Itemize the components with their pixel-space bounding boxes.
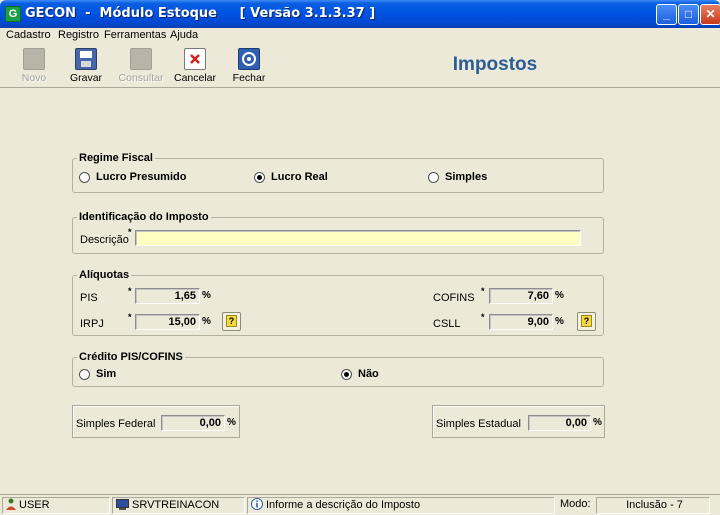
window-title: GECON - Módulo Estoque [ Versão 3.1.3.37… <box>25 6 376 21</box>
search-icon <box>130 48 152 70</box>
radio-nao[interactable]: Não <box>341 368 379 380</box>
computer-icon <box>116 499 129 510</box>
status-mode-label: Modo: <box>560 498 591 510</box>
form-area: Regime Fiscal Lucro Presumido Lucro Real… <box>4 89 716 494</box>
simples-estadual-label: Simples Estadual <box>436 418 521 430</box>
radio-lucro-real[interactable]: Lucro Real <box>254 171 328 183</box>
csll-help-button[interactable]: ? <box>577 312 596 331</box>
page-title: Impostos <box>452 54 538 75</box>
floppy-icon <box>75 48 97 70</box>
radio-dot-selected <box>254 171 265 183</box>
pis-input[interactable]: 1,65 <box>135 288 200 304</box>
radio-dot <box>428 171 439 183</box>
radio-dot-selected <box>341 368 352 380</box>
info-icon <box>251 498 263 510</box>
search-label: Consultar <box>118 72 164 84</box>
message-text: Informe a descrição do Imposto <box>266 499 421 511</box>
percent-sign: % <box>227 417 236 428</box>
radio-simples[interactable]: Simples <box>428 171 487 183</box>
new-icon <box>23 48 45 70</box>
percent-sign: % <box>555 290 564 301</box>
irpj-input[interactable]: 15,00 <box>135 314 200 330</box>
user-icon <box>6 498 16 510</box>
radio-label: Sim <box>96 368 117 380</box>
required-mark: * <box>481 312 485 322</box>
csll-label: CSLL <box>433 318 461 330</box>
help-icon: ? <box>581 315 592 327</box>
simples-federal-box: Simples Federal 0,00 % <box>72 405 240 438</box>
menu-registro[interactable]: Registro <box>58 29 99 41</box>
new-button[interactable]: Novo <box>10 47 58 85</box>
menu-ferramentas[interactable]: Ferramentas <box>104 29 166 41</box>
status-user: USER <box>2 497 110 514</box>
title-bar[interactable]: G GECON - Módulo Estoque [ Versão 3.1.3.… <box>0 0 720 28</box>
percent-sign: % <box>593 417 602 428</box>
simples-estadual-input[interactable]: 0,00 <box>528 415 591 431</box>
required-mark: * <box>128 286 132 296</box>
required-mark: * <box>128 312 132 322</box>
close-form-button[interactable]: Fechar <box>225 47 273 85</box>
menu-ajuda[interactable]: Ajuda <box>170 29 198 41</box>
cancel-label: Cancelar <box>173 72 217 84</box>
descricao-label: Descrição <box>80 234 129 246</box>
app-icon: G <box>5 6 21 22</box>
close-form-label: Fechar <box>232 72 266 84</box>
regime-fiscal-legend: Regime Fiscal <box>79 152 153 164</box>
required-mark: * <box>128 227 132 237</box>
percent-sign: % <box>202 290 211 301</box>
credito-legend: Crédito PIS/COFINS <box>79 351 183 363</box>
minimize-button[interactable]: _ <box>656 4 677 25</box>
search-button[interactable]: Consultar <box>117 47 165 85</box>
radio-dot <box>79 368 90 380</box>
radio-label: Não <box>358 368 379 380</box>
cancel-button[interactable]: Cancelar <box>171 47 219 85</box>
pis-label: PIS <box>80 292 98 304</box>
user-text: USER <box>19 499 50 511</box>
radio-label: Lucro Real <box>271 171 328 183</box>
radio-dot <box>79 171 90 183</box>
cancel-icon <box>184 48 206 70</box>
simples-estadual-box: Simples Estadual 0,00 % <box>432 405 605 438</box>
status-server: SRVTREINACON <box>112 497 245 514</box>
menu-bar: Cadastro Registro Ferramentas Ajuda <box>0 28 720 44</box>
required-mark: * <box>481 286 485 296</box>
maximize-button[interactable]: □ <box>678 4 699 25</box>
power-icon <box>238 48 260 70</box>
menu-cadastro[interactable]: Cadastro <box>6 29 51 41</box>
irpj-label: IRPJ <box>80 318 104 330</box>
radio-label: Simples <box>445 171 488 183</box>
toolbar: Novo Gravar Consultar Cancelar Fechar Im… <box>0 44 720 88</box>
descricao-input[interactable] <box>135 230 581 246</box>
status-message: Informe a descrição do Imposto <box>247 497 555 514</box>
save-button[interactable]: Gravar <box>62 47 110 85</box>
server-text: SRVTREINACON <box>132 499 220 511</box>
percent-sign: % <box>555 316 564 327</box>
percent-sign: % <box>202 316 211 327</box>
identificacao-legend: Identificação do Imposto <box>79 211 209 223</box>
csll-input[interactable]: 9,00 <box>489 314 553 330</box>
simples-federal-input[interactable]: 0,00 <box>161 415 225 431</box>
cofins-input[interactable]: 7,60 <box>489 288 553 304</box>
cofins-label: COFINS <box>433 292 475 304</box>
credito-group: Crédito PIS/COFINS <box>72 351 604 387</box>
simples-federal-label: Simples Federal <box>76 418 156 430</box>
radio-lucro-presumido[interactable]: Lucro Presumido <box>79 171 186 183</box>
irpj-help-button[interactable]: ? <box>222 312 241 331</box>
radio-sim[interactable]: Sim <box>79 368 116 380</box>
radio-label: Lucro Presumido <box>96 171 187 183</box>
help-icon: ? <box>226 315 237 327</box>
new-label: Novo <box>21 72 47 84</box>
status-mode-value: Inclusão - 7 <box>596 497 710 514</box>
status-bar: USER SRVTREINACON Informe a descrição do… <box>0 494 720 515</box>
save-label: Gravar <box>69 72 103 84</box>
close-button[interactable]: ✕ <box>700 4 720 25</box>
aliquotas-legend: Alíquotas <box>79 269 130 281</box>
